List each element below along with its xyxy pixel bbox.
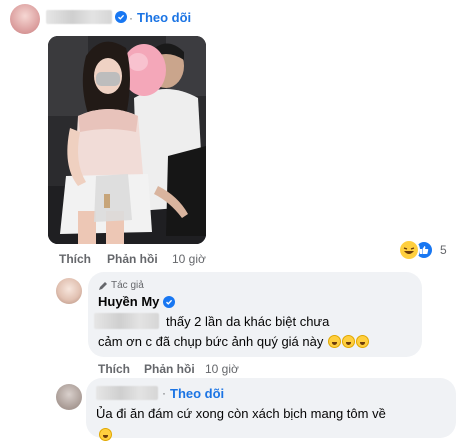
author-badge-label: Tác giả [111, 280, 144, 291]
verified-badge-icon [115, 11, 127, 23]
author-name-row: Huyền My [98, 294, 176, 309]
reply-text-line2-row: cảm ơn c đã chụp bức ảnh quý giá này [98, 334, 369, 349]
laughing-emoji-icon [328, 335, 341, 348]
follow-button[interactable]: Theo dõi [170, 386, 224, 401]
verified-badge-icon [163, 295, 176, 308]
laughing-emoji-icon [356, 335, 369, 348]
separator-dot: · [129, 11, 133, 25]
reply-like-button[interactable]: Thích [98, 362, 130, 376]
reply-button[interactable]: Phản hồi [107, 252, 158, 266]
reply-text-line2: cảm ơn c đã chụp bức ảnh quý giá này [98, 334, 324, 349]
reply-timestamp[interactable]: 10 giờ [205, 362, 239, 376]
comment-photo[interactable] [48, 36, 206, 244]
comment-timestamp[interactable]: 10 giờ [172, 252, 206, 266]
like-button[interactable]: Thích [59, 252, 91, 266]
separator-dot: · [162, 386, 166, 400]
reaction-summary[interactable]: 5 [398, 239, 458, 261]
commenter2-avatar[interactable] [56, 384, 82, 410]
reply-bubble: Tác giả Huyền My thấy 2 lần da khác biệt… [88, 272, 422, 357]
author-badge: Tác giả [98, 280, 144, 291]
comment2-bubble: · Theo dõi Ủa đi ăn đám cứ xong còn xách… [86, 378, 456, 441]
reply-reply-button[interactable]: Phản hồi [144, 362, 195, 376]
mentioned-name-redacted[interactable] [94, 313, 159, 329]
commenter2-name-redacted[interactable] [96, 386, 158, 400]
comment2-text: Ủa đi ăn đám cứ xong còn xách bịch mang … [96, 406, 386, 421]
author-avatar[interactable] [56, 278, 82, 304]
follow-button[interactable]: Theo dõi [137, 10, 191, 25]
pen-icon [99, 281, 107, 290]
author-name[interactable]: Huyền My [98, 294, 159, 309]
laughing-emoji-icon [342, 335, 355, 348]
reply-text-line1: thấy 2 lần da khác biệt chưa [166, 314, 330, 329]
haha-reaction-icon [398, 239, 420, 261]
commenter-avatar[interactable] [10, 4, 40, 34]
reaction-count: 5 [440, 243, 447, 257]
commenter-name-redacted[interactable] [46, 10, 112, 24]
